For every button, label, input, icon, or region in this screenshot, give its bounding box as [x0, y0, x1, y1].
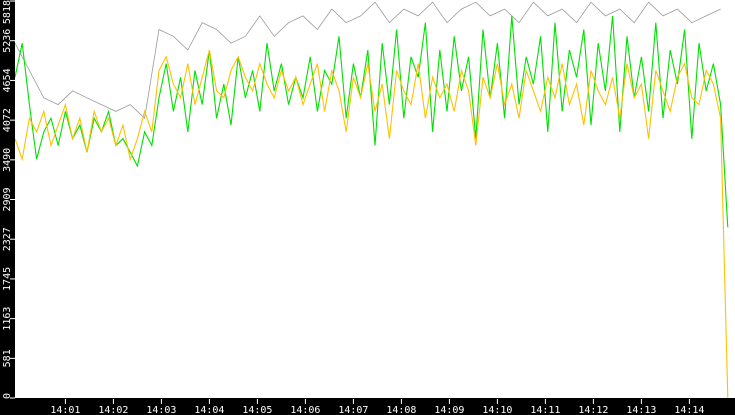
y-tick-label: 581	[2, 349, 13, 367]
x-tick-label: 14:08	[386, 405, 416, 415]
x-tick-label: 14:09	[434, 405, 464, 415]
y-tick-label: 5818	[2, 0, 13, 24]
x-tick-label: 14:04	[194, 405, 224, 415]
x-tick-label: 14:05	[242, 405, 272, 415]
line-chart: 0 581 1163 1745 2327 2909 3490 4072 4654 5236 5818…	[0, 0, 735, 415]
x-tick-label: 14:14	[674, 405, 704, 415]
x-tick-label: 14:07	[338, 405, 368, 415]
y-tick-label: 2909	[2, 187, 13, 211]
x-tick-label: 14:02	[98, 405, 128, 415]
x-tick-label: 14:06	[290, 405, 320, 415]
x-tick-label: 14:10	[482, 405, 512, 415]
x-tick-label: 14:11	[530, 405, 560, 415]
y-tick-label: 4072	[2, 108, 13, 132]
x-tick-label: 14:12	[578, 405, 608, 415]
y-tick-label: 2327	[2, 227, 13, 251]
x-tick-label: 14:01	[50, 405, 80, 415]
y-tick-label: 1163	[2, 307, 13, 331]
x-tick-label: 14:03	[146, 405, 176, 415]
y-tick-label: 4654	[2, 68, 13, 92]
y-tick-label: 3490	[2, 148, 13, 172]
y-tick-label: 5236	[2, 29, 13, 53]
y-tick-label: 1745	[2, 267, 13, 291]
x-tick-label: 14:13	[626, 405, 656, 415]
y-tick-label: 0	[2, 393, 13, 399]
